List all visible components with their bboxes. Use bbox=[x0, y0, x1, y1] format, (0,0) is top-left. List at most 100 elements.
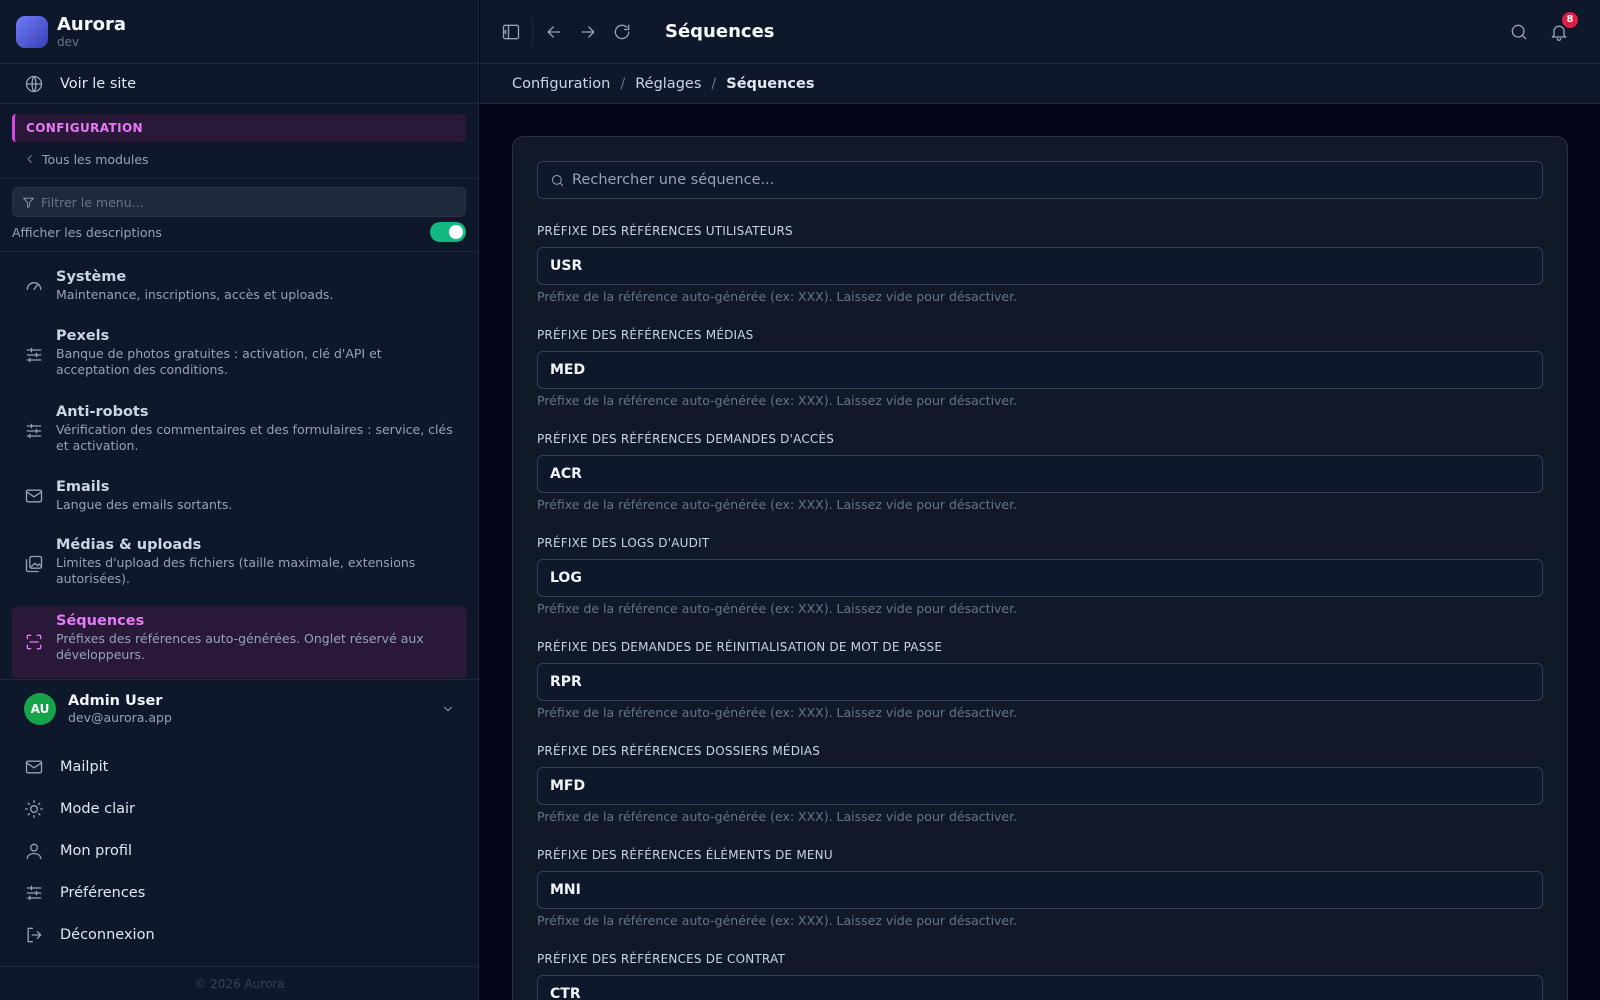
access-requests-prefix-input[interactable] bbox=[550, 466, 1530, 482]
sidebar-item-desc: Préfixes des références auto-générées. O… bbox=[56, 631, 424, 662]
sidebar-item-emails[interactable]: Emails Langue des emails sortants. bbox=[12, 472, 467, 524]
preferences-link[interactable]: Préférences bbox=[0, 875, 479, 911]
search-sequence-input[interactable] bbox=[572, 172, 1472, 188]
filter-menu-input[interactable] bbox=[41, 194, 441, 210]
sidebar-item-desc: Vérification des commentaires et des for… bbox=[56, 422, 453, 453]
brand[interactable]: Aurora dev bbox=[0, 0, 478, 64]
brand-name: Aurora bbox=[57, 13, 127, 35]
field-label: PRÉFIXE DES RÉFÉRENCES UTILISATEURS bbox=[537, 224, 793, 238]
breadcrumb-separator: / bbox=[620, 75, 626, 92]
sidebar-item-title: Système bbox=[56, 269, 127, 285]
divider bbox=[532, 16, 533, 47]
users-prefix-input[interactable] bbox=[550, 258, 1530, 274]
field-medias-prefix: PRÉFIXE DES RÉFÉRENCES MÉDIAS Préfixe de… bbox=[537, 327, 1543, 409]
topbar: Séquences 8 bbox=[480, 0, 1600, 64]
chevron-left-icon bbox=[27, 155, 32, 163]
divider bbox=[0, 251, 478, 252]
field-input-wrapper[interactable] bbox=[537, 663, 1543, 701]
sliders-icon bbox=[26, 885, 42, 901]
audit-logs-prefix-input[interactable] bbox=[550, 570, 1530, 586]
profile-link[interactable]: Mon profil bbox=[0, 833, 479, 869]
media-folders-prefix-input[interactable] bbox=[550, 778, 1530, 794]
sidebar-item-title: Anti-robots bbox=[56, 404, 149, 420]
notifications-button[interactable]: 8 bbox=[1542, 11, 1578, 49]
sequences-card: PRÉFIXE DES RÉFÉRENCES UTILISATEURS Préf… bbox=[512, 136, 1568, 1000]
sidebar-item-sequences[interactable]: Séquences Préfixes des références auto-gé… bbox=[12, 606, 467, 678]
filter-icon bbox=[23, 197, 34, 208]
logout-button[interactable]: Déconnexion bbox=[0, 917, 479, 953]
field-contract-prefix: PRÉFIXE DES RÉFÉRENCES DE CONTRAT bbox=[537, 951, 1543, 1000]
brand-logo bbox=[16, 15, 48, 48]
sidebar-item-anti-robots[interactable]: Anti-robots Vérification des commentaires… bbox=[12, 397, 467, 465]
medias-prefix-input[interactable] bbox=[550, 362, 1530, 378]
descriptions-toggle[interactable] bbox=[430, 222, 466, 242]
forward-button[interactable] bbox=[571, 15, 605, 49]
preferences-label: Préférences bbox=[60, 885, 146, 901]
section-header: CONFIGURATION bbox=[12, 114, 466, 142]
search-icon bbox=[1511, 24, 1527, 39]
avatar: AU bbox=[24, 693, 56, 725]
sliders-icon bbox=[26, 423, 42, 439]
notification-badge: 8 bbox=[1562, 11, 1578, 28]
sidebar-item-title: Pexels bbox=[56, 328, 110, 344]
field-input-wrapper[interactable] bbox=[537, 559, 1543, 597]
user-email: dev@aurora.app bbox=[68, 710, 172, 725]
sidebar-item-desc: Limites d'upload des fichiers (taille ma… bbox=[56, 555, 416, 586]
field-media-folders-prefix: PRÉFIXE DES RÉFÉRENCES DOSSIERS MÉDIAS P… bbox=[537, 743, 1543, 825]
back-label: Tous les modules bbox=[42, 151, 149, 167]
back-to-modules-link[interactable]: Tous les modules bbox=[24, 151, 478, 167]
field-label: PRÉFIXE DES RÉFÉRENCES ÉLÉMENTS DE MENU bbox=[537, 848, 833, 862]
search-field[interactable] bbox=[537, 161, 1543, 199]
field-help: Préfixe de la référence auto-générée (ex… bbox=[537, 809, 1018, 824]
logout-label: Déconnexion bbox=[60, 927, 155, 943]
field-input-wrapper[interactable] bbox=[537, 247, 1543, 285]
divider bbox=[0, 178, 478, 179]
mail-icon bbox=[25, 489, 43, 503]
mailpit-label: Mailpit bbox=[60, 759, 109, 775]
sidebar-icon bbox=[502, 24, 520, 39]
toggle-label: Afficher les descriptions bbox=[12, 224, 162, 240]
field-audit-logs-prefix: PRÉFIXE DES LOGS D'AUDIT Préfixe de la r… bbox=[537, 535, 1543, 617]
field-users-prefix: PRÉFIXE DES RÉFÉRENCES UTILISATEURS Préf… bbox=[537, 223, 1543, 305]
field-help: Préfixe de la référence auto-générée (ex… bbox=[537, 705, 1018, 720]
page-title: Séquences bbox=[665, 21, 775, 42]
field-help: Préfixe de la référence auto-générée (ex… bbox=[537, 913, 1018, 928]
menu-items-prefix-input[interactable] bbox=[550, 882, 1530, 898]
field-label: PRÉFIXE DES RÉFÉRENCES MÉDIAS bbox=[537, 328, 754, 342]
filter-menu-field[interactable] bbox=[12, 187, 466, 217]
field-input-wrapper[interactable] bbox=[537, 455, 1543, 493]
search-button[interactable] bbox=[1502, 15, 1536, 49]
search-icon bbox=[552, 174, 563, 186]
arrow-left-icon bbox=[547, 25, 561, 38]
field-label: PRÉFIXE DES DEMANDES DE RÉINITIALISATION… bbox=[537, 640, 943, 654]
breadcrumb-item[interactable]: Réglages bbox=[635, 76, 701, 92]
sidebar-item-title: Emails bbox=[56, 479, 110, 495]
user-icon bbox=[26, 843, 42, 860]
field-input-wrapper[interactable] bbox=[537, 871, 1543, 909]
sidebar-item-medias-uploads[interactable]: Médias & uploads Limites d'upload des fic… bbox=[12, 530, 467, 598]
brand-env: dev bbox=[57, 34, 80, 49]
field-label: PRÉFIXE DES RÉFÉRENCES DOSSIERS MÉDIAS bbox=[537, 744, 821, 758]
field-input-wrapper[interactable] bbox=[537, 975, 1543, 1000]
light-mode-button[interactable]: Mode clair bbox=[0, 791, 479, 827]
visit-site-label: Voir le site bbox=[60, 75, 137, 92]
sidebar-item-pexels[interactable]: Pexels Banque de photos gratuites : activ… bbox=[12, 321, 467, 389]
images-icon bbox=[25, 555, 43, 573]
refresh-button[interactable] bbox=[605, 15, 639, 49]
field-help: Préfixe de la référence auto-générée (ex… bbox=[537, 497, 1018, 512]
mailpit-link[interactable]: Mailpit bbox=[0, 749, 479, 785]
light-mode-label: Mode clair bbox=[60, 801, 135, 817]
contract-prefix-input[interactable] bbox=[550, 986, 1530, 1000]
sidebar-item-title: Médias & uploads bbox=[56, 537, 202, 553]
visit-site-link[interactable]: Voir le site bbox=[0, 64, 478, 104]
arrow-right-icon bbox=[581, 25, 595, 38]
back-button[interactable] bbox=[537, 15, 571, 49]
user-menu[interactable]: AU Admin User dev@aurora.app bbox=[0, 679, 479, 739]
toggle-sidebar-button[interactable] bbox=[494, 15, 528, 49]
field-input-wrapper[interactable] bbox=[537, 351, 1543, 389]
breadcrumb-item[interactable]: Configuration bbox=[512, 76, 610, 92]
sidebar-item-desc: Banque de photos gratuites : activation,… bbox=[56, 346, 382, 377]
sidebar-item-systeme[interactable]: Système Maintenance, inscriptions, accès … bbox=[12, 262, 467, 314]
password-reset-prefix-input[interactable] bbox=[550, 674, 1530, 690]
field-input-wrapper[interactable] bbox=[537, 767, 1543, 805]
